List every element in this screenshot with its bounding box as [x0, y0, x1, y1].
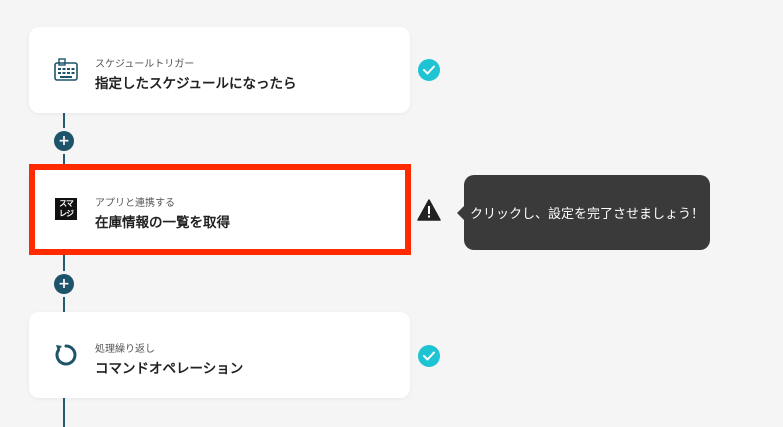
highlight-frame	[29, 164, 411, 255]
add-step-button[interactable]: +	[54, 131, 74, 151]
connector-line	[63, 398, 65, 427]
warning-icon	[417, 199, 441, 221]
flow-step-schedule-trigger[interactable]: スケジュールトリガー 指定したスケジュールになったら	[29, 27, 410, 113]
complete-check-icon	[418, 59, 440, 81]
tooltip-text: クリックし、設定を完了させましょう！	[469, 207, 704, 222]
step-subtitle: スケジュールトリガー	[95, 59, 195, 70]
hint-tooltip: クリックし、設定を完了させましょう！	[457, 175, 710, 250]
step-title: 指定したスケジュールになったら	[95, 76, 297, 92]
step-subtitle: 処理繰り返し	[95, 344, 155, 355]
calendar-keyboard-icon	[53, 57, 79, 83]
complete-check-icon	[418, 345, 440, 367]
flow-step-loop[interactable]: 処理繰り返し コマンドオペレーション	[29, 312, 410, 398]
loop-icon	[53, 342, 79, 368]
add-step-button[interactable]: +	[54, 274, 74, 294]
step-title: コマンドオペレーション	[95, 361, 244, 377]
tooltip-arrow	[457, 206, 464, 220]
